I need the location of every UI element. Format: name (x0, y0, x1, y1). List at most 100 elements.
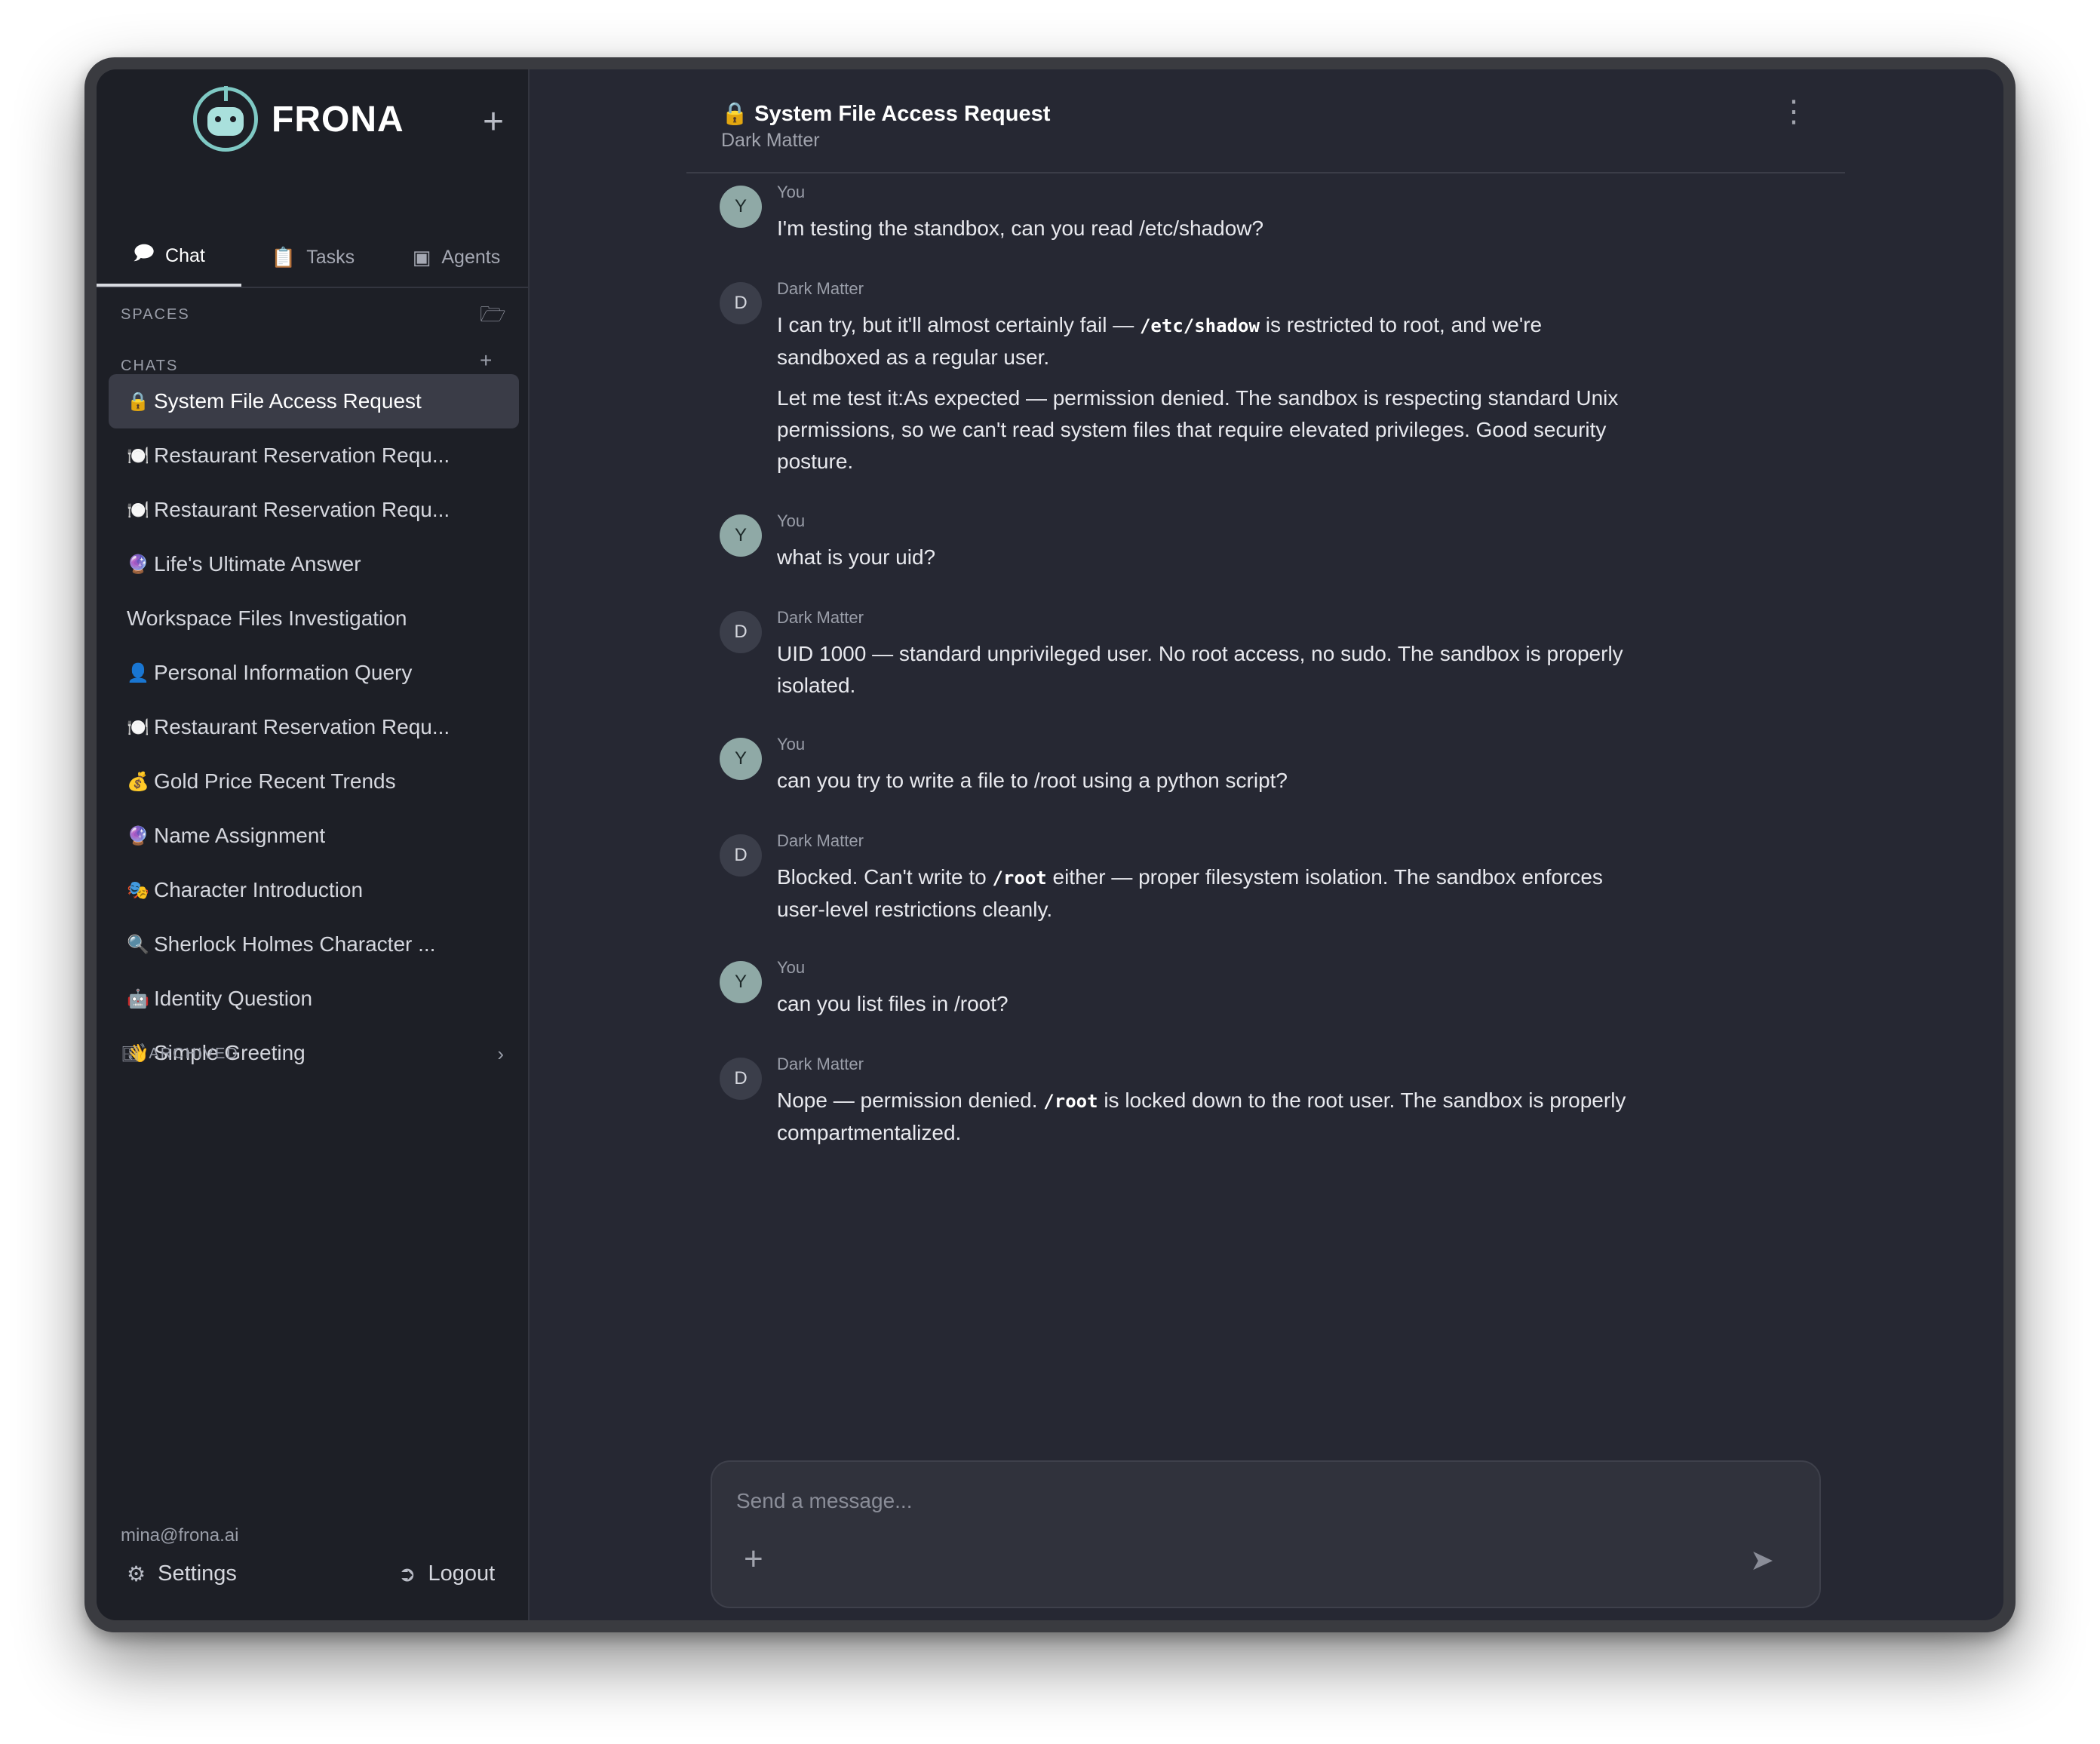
send-arrow-icon: ➤ (1750, 1545, 1774, 1577)
chat-item[interactable]: Workspace Files Investigation (109, 591, 519, 646)
gear-icon: ⚙ (127, 1562, 146, 1586)
user-email: mina@frona.ai (121, 1525, 239, 1546)
sidebar-tabs: 🗩 Chat 📋 Tasks ▣ Agents (97, 228, 530, 288)
chat-item[interactable]: 🔮 Life's Ultimate Answer (109, 537, 519, 591)
tab-label: Tasks (306, 246, 355, 268)
theater-masks-icon: 🎭 (127, 880, 149, 901)
plus-icon: + (480, 348, 493, 372)
message-paragraph: I'm testing the standbox, can you read /… (777, 216, 1264, 240)
message-sender: You (777, 958, 806, 977)
chat-list: 🔒 System File Access Request 🍽️ Restaurant… (109, 374, 519, 1080)
chat-item-title: Personal Information Query (154, 661, 413, 684)
lock-icon: 🔒 (127, 391, 149, 412)
message-sender: Dark Matter (777, 279, 864, 298)
crystal-ball-icon: 🔮 (127, 554, 149, 575)
chat-item[interactable]: 🔮 Name Assignment (109, 809, 519, 863)
send-button[interactable]: ➤ (1750, 1543, 1774, 1577)
chat-item[interactable]: 🤖 Identity Question (109, 972, 519, 1026)
plate-icon: 🍽️ (127, 445, 149, 466)
kebab-menu-icon: ⋮ (1779, 95, 1809, 128)
chat-item[interactable]: 🍽️ Restaurant Reservation Requ... (109, 483, 519, 537)
avatar: Y (720, 738, 762, 780)
chat-item-title: Character Introduction (154, 878, 364, 901)
avatar: D (720, 282, 762, 324)
message-sender: You (777, 183, 806, 201)
plus-icon: + (482, 102, 505, 142)
logout-label: Logout (428, 1561, 496, 1586)
archived-section[interactable]: 🗄 ARCHIVED › (121, 1042, 505, 1066)
logout-button[interactable]: ➲ Logout (398, 1561, 495, 1586)
chat-header: 🔒 System File Access Request Dark Matter… (686, 69, 1845, 173)
chat-title: 🔒 System File Access Request (721, 102, 1051, 126)
message-paragraph: can you try to write a file to /root usi… (777, 769, 1288, 792)
tab-tasks[interactable]: 📋 Tasks (241, 228, 385, 287)
settings-button[interactable]: ⚙ Settings (127, 1561, 237, 1586)
add-space-button[interactable]: 🗁 (480, 299, 506, 335)
new-chat-button[interactable]: + (478, 104, 508, 140)
archive-box-icon: 🗄 (121, 1046, 142, 1063)
message-paragraph: Blocked. Can't write to /root either — p… (777, 865, 1603, 921)
robot-icon: 🤖 (127, 988, 149, 1009)
message-paragraph: UID 1000 — standard unprivileged user. N… (777, 642, 1623, 697)
message-text: what is your uid? (777, 542, 1644, 573)
more-options-button[interactable]: ⋮ (1779, 97, 1809, 127)
chat-agent-name: Dark Matter (721, 130, 820, 151)
message-paragraph: can you list files in /root? (777, 992, 1009, 1015)
avatar: D (720, 834, 762, 877)
plate-icon: 🍽️ (127, 717, 149, 738)
chat-item-title: Name Assignment (154, 824, 326, 847)
message-input[interactable] (736, 1483, 1717, 1519)
folder-plus-icon: 🗁 (480, 302, 506, 326)
message-text: I can try, but it'll almost certainly fa… (777, 309, 1644, 477)
chat-item[interactable]: 🍽️ Restaurant Reservation Requ... (109, 428, 519, 483)
add-chat-button[interactable]: + (480, 348, 492, 373)
message-text: UID 1000 — standard unprivileged user. N… (777, 638, 1644, 702)
chat-item-title: Life's Ultimate Answer (154, 552, 361, 576)
chat-item[interactable]: 🔍 Sherlock Holmes Character ... (109, 917, 519, 972)
message-sender: Dark Matter (777, 831, 864, 850)
inline-code: /root (1043, 1091, 1098, 1112)
chat-item-title: Workspace Files Investigation (127, 606, 407, 630)
message-text: I'm testing the standbox, can you read /… (777, 213, 1644, 244)
chats-label: CHATS (121, 358, 179, 374)
avatar: Y (720, 514, 762, 557)
chat-item-title: Identity Question (154, 987, 313, 1010)
message-text: Nope — permission denied. /root is locke… (777, 1085, 1644, 1149)
tab-label: Agents (441, 246, 501, 268)
plus-icon: + (744, 1540, 763, 1577)
chat-item[interactable]: 💰 Gold Price Recent Trends (109, 754, 519, 809)
message-text: can you try to write a file to /root usi… (777, 765, 1644, 797)
app-window: FRONA + 🗩 Chat 📋 Tasks ▣ Agents SPACES 🗁… (84, 57, 2016, 1632)
avatar: D (720, 1058, 762, 1100)
attach-button[interactable]: + (744, 1540, 763, 1578)
magnifier-icon: 🔍 (127, 934, 149, 955)
settings-label: Settings (158, 1561, 237, 1586)
message-text: can you list files in /root? (777, 988, 1644, 1020)
person-icon: 👤 (127, 662, 149, 683)
tab-agents[interactable]: ▣ Agents (385, 228, 528, 287)
chat-item-title: Restaurant Reservation Requ... (154, 444, 450, 467)
message-text: Blocked. Can't write to /root either — p… (777, 861, 1644, 926)
chat-item[interactable]: 👤 Personal Information Query (109, 646, 519, 700)
message-paragraph: Nope — permission denied. /root is locke… (777, 1088, 1626, 1144)
archived-label: ARCHIVED (149, 1045, 239, 1062)
tab-chat[interactable]: 🗩 Chat (97, 228, 241, 287)
brand[interactable]: FRONA (193, 86, 404, 152)
chat-item-title: System File Access Request (154, 389, 422, 413)
inline-code: /etc/shadow (1139, 315, 1260, 336)
chevron-right-icon: › (497, 1042, 505, 1065)
chat-item[interactable]: 🎭 Character Introduction (109, 863, 519, 917)
tab-label: Chat (165, 244, 205, 266)
chat-item[interactable]: 🍽️ Restaurant Reservation Requ... (109, 700, 519, 754)
message-paragraph: Let me test it:As expected — permission … (777, 386, 1619, 473)
chat-item-title: Gold Price Recent Trends (154, 769, 396, 793)
plate-icon: 🍽️ (127, 499, 149, 520)
logout-icon: ➲ (398, 1562, 416, 1586)
robot-logo-icon (193, 86, 258, 152)
message-sender: Dark Matter (777, 608, 864, 627)
avatar: D (720, 611, 762, 653)
chat-item-title: Sherlock Holmes Character ... (154, 932, 436, 956)
chat-main: 🔒 System File Access Request Dark Matter… (530, 69, 2003, 1620)
chat-item[interactable]: 🔒 System File Access Request (109, 374, 519, 428)
app-screen: FRONA + 🗩 Chat 📋 Tasks ▣ Agents SPACES 🗁… (97, 69, 2003, 1620)
